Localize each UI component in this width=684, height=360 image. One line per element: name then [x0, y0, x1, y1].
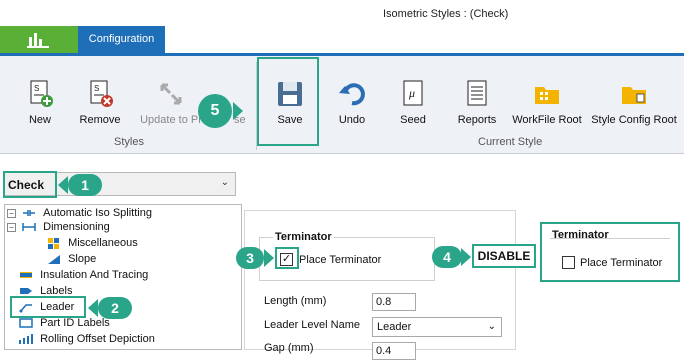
- reports-label: Reports: [457, 114, 497, 126]
- seed-button[interactable]: μ Seed: [383, 79, 443, 135]
- slope-icon: [48, 255, 60, 265]
- svg-text:S: S: [94, 84, 99, 93]
- tree-item-label: Insulation And Tracing: [40, 269, 149, 282]
- length-input[interactable]: 0.8: [372, 293, 416, 311]
- seed-icon: μ: [403, 80, 423, 106]
- seed-label: Seed: [400, 114, 426, 126]
- undo-label: Undo: [338, 114, 366, 126]
- undo-icon: [339, 83, 365, 106]
- callout-3: 3: [236, 247, 264, 269]
- inset-title: Terminator: [552, 229, 609, 241]
- tree-item-label: Part ID Labels: [40, 317, 110, 330]
- tree-item-rolling-offset[interactable]: Rolling Offset Depiction: [19, 333, 155, 349]
- terminator-group-title: Terminator: [273, 231, 334, 243]
- tree-item-slope[interactable]: Slope: [47, 253, 96, 269]
- update-label: Update to Pr: [140, 114, 202, 126]
- leader-level-select[interactable]: Leader ⌄: [372, 317, 502, 337]
- leader-level-label: Leader Level Name: [264, 319, 361, 331]
- insulation-icon: [20, 272, 32, 279]
- part-id-icon: [19, 318, 33, 328]
- folder-icon: [535, 87, 559, 104]
- inset-place-terminator-label: Place Terminator: [580, 257, 663, 269]
- reports-icon: [467, 80, 487, 106]
- app-menu-tab[interactable]: [0, 26, 78, 53]
- split-icon: [23, 210, 36, 217]
- tree-item-insulation[interactable]: Insulation And Tracing: [19, 269, 148, 285]
- callout-5-arrow: [233, 102, 243, 120]
- save-highlight: [257, 57, 319, 146]
- expand-icon[interactable]: −: [7, 222, 16, 232]
- length-label: Length (mm): [264, 295, 327, 307]
- callout-1: 1: [68, 174, 102, 196]
- ribbon: S New S Remove Update to Pr se Styles Sa…: [0, 56, 684, 154]
- dimension-icon: [22, 223, 36, 232]
- style-config-root-button[interactable]: Style Config Root: [588, 79, 680, 135]
- callout-5: 5: [198, 94, 232, 128]
- callout-2: 2: [98, 297, 132, 319]
- misc-icon: [48, 238, 59, 250]
- current-style-group-label: Current Style: [478, 136, 543, 148]
- collapse-icon[interactable]: −: [7, 208, 16, 218]
- svg-text:S: S: [34, 84, 39, 93]
- remove-label: Remove: [79, 114, 121, 126]
- tree-item-label: Dimensioning: [43, 221, 110, 234]
- remove-doc-icon: S: [90, 80, 113, 107]
- tree-item-label: Rolling Offset Depiction: [40, 333, 155, 346]
- svg-text:μ: μ: [408, 86, 415, 100]
- undo-button[interactable]: Undo: [322, 79, 382, 135]
- app-logo-icon: [27, 33, 49, 48]
- place-terminator-label: Place Terminator: [299, 254, 382, 266]
- tree-item-part-id-labels[interactable]: Part ID Labels: [19, 317, 110, 333]
- callout-1-arrow: [58, 176, 68, 194]
- title-bar: Isometric Styles : (Check): [0, 0, 684, 26]
- workfile-root-button[interactable]: WorkFile Root: [510, 79, 584, 135]
- gap-input[interactable]: 0.4: [372, 342, 416, 360]
- tree-item-dimensioning[interactable]: − Dimensioning: [7, 221, 110, 237]
- rolling-offset-icon: [19, 334, 33, 345]
- update-icon: [160, 83, 182, 105]
- style-select-highlight: [3, 171, 57, 198]
- callout-2-arrow: [88, 299, 98, 317]
- tab-configuration[interactable]: Configuration: [78, 26, 165, 53]
- tree-item-miscellaneous[interactable]: Miscellaneous: [47, 237, 138, 253]
- inset-divider: [550, 238, 670, 239]
- tree-item-label: Miscellaneous: [68, 237, 138, 250]
- callout-4-arrow: [461, 248, 471, 266]
- chevron-down-icon: ⌄: [220, 177, 229, 188]
- folder-config-icon: [622, 87, 646, 104]
- disable-note: DISABLE: [472, 244, 536, 268]
- remove-button[interactable]: S Remove: [70, 79, 130, 135]
- checkbox-highlight: [275, 247, 299, 269]
- callout-3-arrow: [264, 249, 274, 267]
- new-doc-icon: S: [30, 80, 53, 107]
- gap-label: Gap (mm): [264, 342, 314, 354]
- callout-4: 4: [432, 246, 462, 268]
- tree-item-label: Automatic Iso Splitting: [43, 207, 152, 220]
- workfile-root-label: WorkFile Root: [512, 114, 582, 126]
- settings-tree[interactable]: − Automatic Iso Splitting − Dimensioning…: [4, 204, 242, 350]
- window-title: Isometric Styles : (Check): [383, 8, 509, 20]
- style-config-root-label: Style Config Root: [591, 114, 677, 126]
- inset-place-terminator-checkbox[interactable]: [562, 256, 575, 269]
- leader-level-value: Leader: [377, 321, 412, 333]
- terminator-inset: Terminator Place Terminator: [540, 222, 680, 282]
- reports-button[interactable]: Reports: [447, 79, 507, 135]
- chevron-down-icon: ⌄: [487, 321, 496, 332]
- styles-group-label: Styles: [114, 136, 144, 148]
- leader-settings-panel: Terminator ✓ Place Terminator Length (mm…: [244, 210, 516, 360]
- new-label: New: [28, 114, 51, 126]
- new-button[interactable]: S New: [10, 79, 70, 135]
- tree-item-label: Slope: [68, 253, 97, 266]
- leader-highlight: [10, 296, 86, 318]
